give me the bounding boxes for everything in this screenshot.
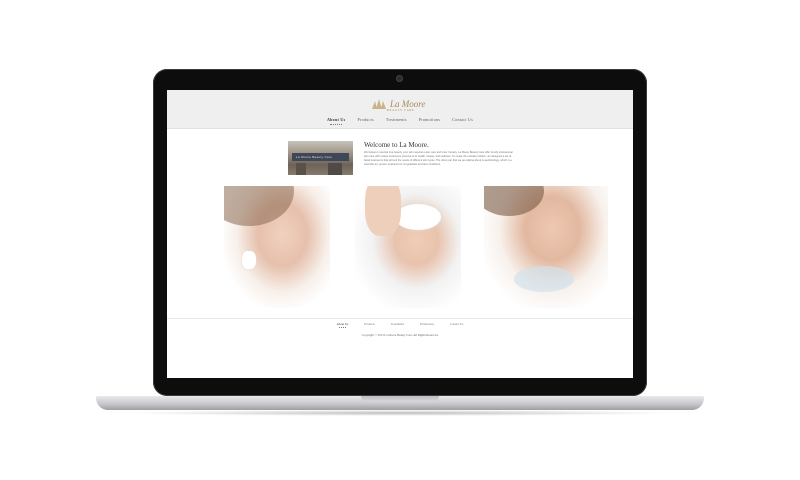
nav-about-us[interactable]: About Us (327, 117, 346, 125)
laptop-screen: La Moore BEAUTY CARE About Us Products T… (167, 90, 633, 378)
welcome-title: Welcome to La Moore. (364, 141, 429, 149)
storefront-photo: La Moore Beauty Care (288, 141, 353, 175)
footer-nav-products[interactable]: Products (364, 322, 375, 326)
footer-nav-treatments[interactable]: Treatments (391, 322, 404, 326)
copyright-text: Copyright © 2013 La Moore Beauty Care. A… (361, 333, 439, 337)
laptop-notch (361, 396, 439, 402)
nav-products[interactable]: Products (357, 117, 373, 122)
storefront-door (296, 163, 306, 175)
footer-nav-contact-us[interactable]: Contact Us (450, 322, 463, 326)
footer-nav-about-us[interactable]: About Us (337, 322, 348, 328)
intro-paragraph: We believe in eternal true beauty, your … (364, 151, 513, 166)
footer-nav-promotions[interactable]: Promotions (420, 322, 434, 326)
footer-nav: About Us Products Treatments Promotions … (167, 322, 633, 328)
head-towel (395, 204, 441, 230)
main-nav: About Us Products Treatments Promotions … (167, 117, 633, 125)
nav-promotions[interactable]: Promotions (419, 117, 440, 122)
skincare-photo-cotton-pad (224, 186, 330, 308)
logo-mark-icon (372, 99, 386, 109)
logo-subtitle: BEAUTY CARE (387, 108, 415, 112)
laptop-shadow (120, 410, 680, 416)
cotton-pad (242, 251, 256, 269)
skincare-photo-facial-massage (355, 186, 461, 308)
footer-divider (167, 318, 633, 319)
site-header: La Moore BEAUTY CARE About Us Products T… (167, 90, 633, 129)
skincare-photo-water-wash (484, 186, 608, 308)
nav-contact-us[interactable]: Contact Us (452, 117, 473, 122)
storefront-sign: La Moore Beauty Care (292, 153, 349, 161)
storefront-sign-text: La Moore Beauty Care (296, 155, 333, 159)
storefront-window (328, 163, 342, 175)
photo-hair (224, 186, 294, 226)
laptop-mockup: La Moore BEAUTY CARE About Us Products T… (0, 0, 800, 480)
water-splash (514, 266, 574, 292)
nav-treatments[interactable]: Treatments (386, 117, 407, 122)
therapist-hand (365, 186, 401, 236)
photo-hair (484, 186, 544, 216)
camera-icon (397, 76, 402, 81)
